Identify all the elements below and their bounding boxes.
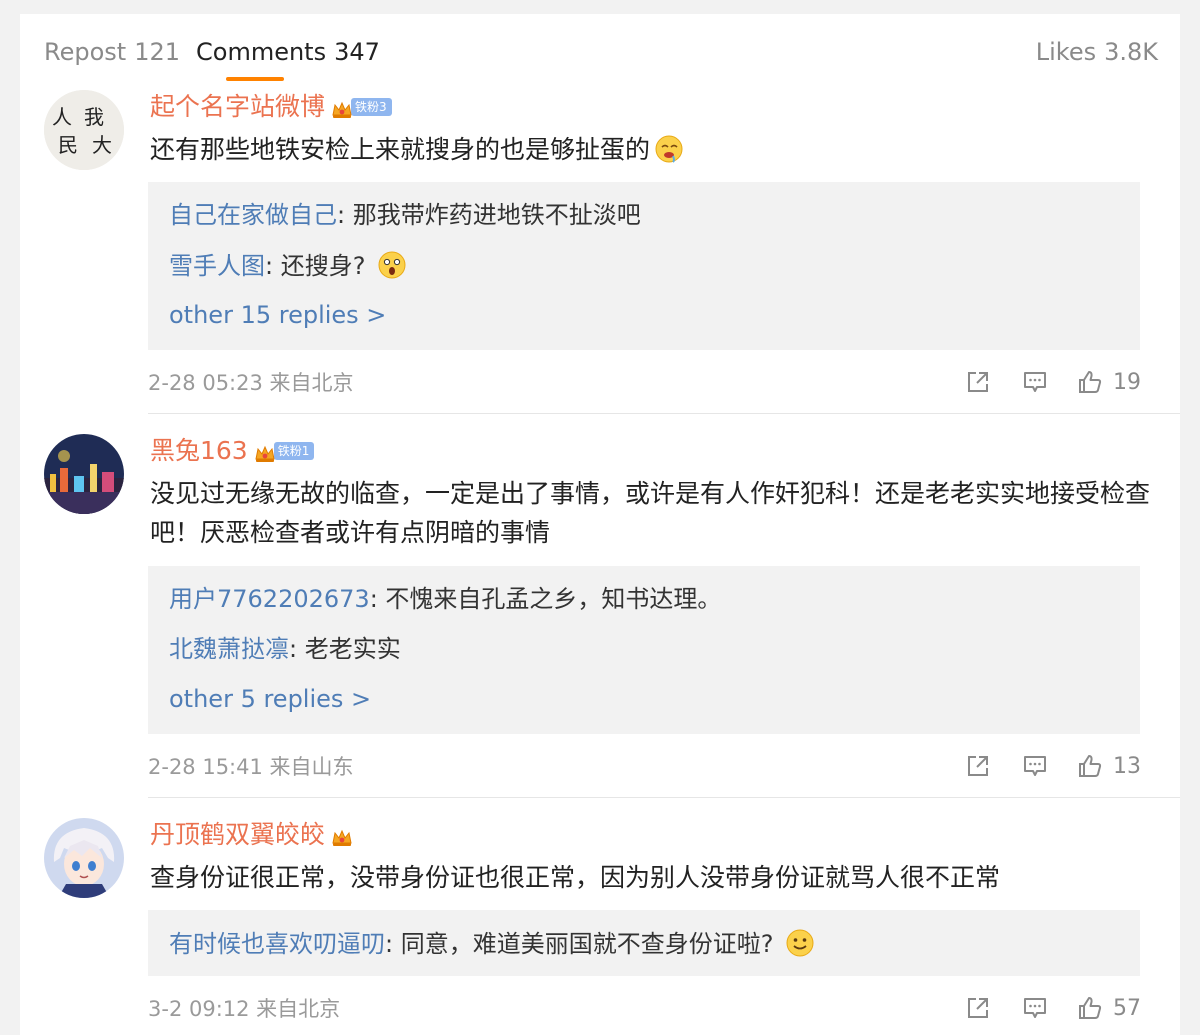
username-text: 黑兔163	[150, 436, 248, 465]
like-count: 19	[1113, 370, 1141, 395]
more-replies-link[interactable]: other 15 replies >	[169, 300, 386, 330]
reply-text: : 那我带炸药进地铁不扯淡吧	[337, 201, 641, 229]
like-count: 57	[1113, 996, 1141, 1021]
reply-box: 自己在家做自己: 那我带炸药进地铁不扯淡吧 雪手人图: 还搜身? other 1…	[148, 182, 1140, 350]
tab-repost[interactable]: Repost 121	[44, 38, 180, 66]
divider	[148, 413, 1180, 414]
shocked-face-icon	[378, 251, 406, 279]
comment-icon[interactable]	[1022, 753, 1048, 779]
reply-text: : 同意，难道美丽国就不查身份证啦?	[385, 930, 782, 958]
likes-count: 3.8K	[1104, 38, 1158, 66]
reply-item[interactable]: 北魏萧挞凛: 老老实实	[169, 634, 401, 664]
comment-timestamp: 3-2 09:12 来自北京	[148, 997, 341, 1021]
smile-face-icon	[786, 929, 814, 957]
tab-comments-label: Comments	[196, 38, 327, 66]
comments-panel: Repost 121 Comments 347 Likes 3.8K 人 我 民 大 …	[20, 14, 1180, 1035]
username-text: 起个名字站微博	[150, 92, 326, 121]
repost-count: 121	[134, 38, 181, 66]
comment-username[interactable]: 丹顶鹤双翼皎皎	[150, 820, 353, 850]
more-replies-link[interactable]: other 5 replies >	[169, 684, 371, 714]
reply-username[interactable]: 自己在家做自己	[169, 201, 337, 229]
drooling-face-icon	[655, 135, 683, 163]
reply-text: : 还搜身?	[265, 252, 374, 280]
tab-likes[interactable]: Likes 3.8K	[1036, 38, 1158, 66]
crown-icon	[331, 97, 353, 118]
avatar[interactable]: 人 我 民 大	[44, 90, 124, 170]
share-icon[interactable]	[965, 369, 991, 395]
comment-timestamp: 2-28 15:41 来自山东	[148, 755, 354, 779]
calligraphy-avatar-image: 人 我 民 大	[44, 90, 124, 170]
top-strip	[0, 0, 1200, 14]
reply-item[interactable]: 自己在家做自己: 那我带炸药进地铁不扯淡吧	[169, 200, 641, 230]
like-icon[interactable]	[1077, 995, 1103, 1021]
reply-item[interactable]: 有时候也喜欢叨逼叨: 同意，难道美丽国就不查身份证啦?	[169, 928, 815, 959]
reply-username[interactable]: 北魏萧挞凛	[169, 635, 289, 663]
crown-icon	[254, 441, 276, 462]
reply-box: 用户7762202673: 不愧来自孔孟之乡，知书达理。 北魏萧挞凛: 老老实实…	[148, 566, 1140, 734]
reply-username[interactable]: 用户7762202673	[169, 585, 370, 613]
comment-icon[interactable]	[1022, 995, 1048, 1021]
comment-username[interactable]: 起个名字站微博 铁粉3	[150, 92, 392, 122]
active-tab-indicator	[226, 77, 284, 81]
reply-box: 有时候也喜欢叨逼叨: 同意，难道美丽国就不查身份证啦?	[148, 910, 1140, 976]
reply-item[interactable]: 用户7762202673: 不愧来自孔孟之乡，知书达理。	[169, 584, 721, 614]
anime-character-avatar-image	[44, 818, 124, 898]
comment-text: 查身份证很正常，没带身份证也很正常，因为别人没带身份证就骂人很不正常	[150, 863, 1001, 892]
fan-badge: 铁粉3	[351, 98, 392, 116]
username-text: 丹顶鹤双翼皎皎	[150, 820, 326, 849]
tab-repost-label: Repost	[44, 38, 127, 66]
fan-badge: 铁粉1	[273, 442, 315, 460]
reply-username[interactable]: 雪手人图	[169, 252, 265, 280]
comment-timestamp: 2-28 05:23 来自北京	[148, 371, 354, 395]
reply-username[interactable]: 有时候也喜欢叨逼叨	[169, 930, 385, 958]
svg-text:大: 大	[92, 133, 112, 157]
like-icon[interactable]	[1077, 369, 1103, 395]
reply-text: : 老老实实	[289, 635, 401, 663]
avatar[interactable]	[44, 434, 124, 514]
avatar[interactable]	[44, 818, 124, 898]
comment-username[interactable]: 黑兔163 铁粉1	[150, 436, 315, 466]
crown-icon	[331, 825, 353, 846]
like-icon[interactable]	[1077, 753, 1103, 779]
comments-count: 347	[334, 38, 380, 66]
tab-likes-label: Likes	[1035, 38, 1097, 66]
tab-bar: Repost 121 Comments 347 Likes 3.8K	[20, 14, 1180, 100]
comment-text: 没见过无缘无故的临查，一定是出了事情，或许是有人作奸犯科！还是老老实实地接受检查…	[150, 479, 1151, 547]
divider	[148, 797, 1180, 798]
share-icon[interactable]	[965, 753, 991, 779]
svg-text:民: 民	[58, 133, 78, 157]
share-icon[interactable]	[965, 995, 991, 1021]
reply-item[interactable]: 雪手人图: 还搜身?	[169, 250, 407, 281]
like-count: 13	[1113, 754, 1141, 779]
comment-text-body: 还有那些地铁安检上来就搜身的也是够扯蛋的	[150, 135, 651, 164]
comment-icon[interactable]	[1022, 369, 1048, 395]
comment-text: 还有那些地铁安检上来就搜身的也是够扯蛋的	[150, 130, 1150, 169]
svg-text:我: 我	[84, 105, 104, 129]
tab-comments[interactable]: Comments 347	[196, 38, 380, 66]
reply-text: : 不愧来自孔孟之乡，知书达理。	[369, 585, 722, 613]
svg-text:人: 人	[52, 105, 72, 129]
night-city-avatar-image	[44, 434, 124, 514]
